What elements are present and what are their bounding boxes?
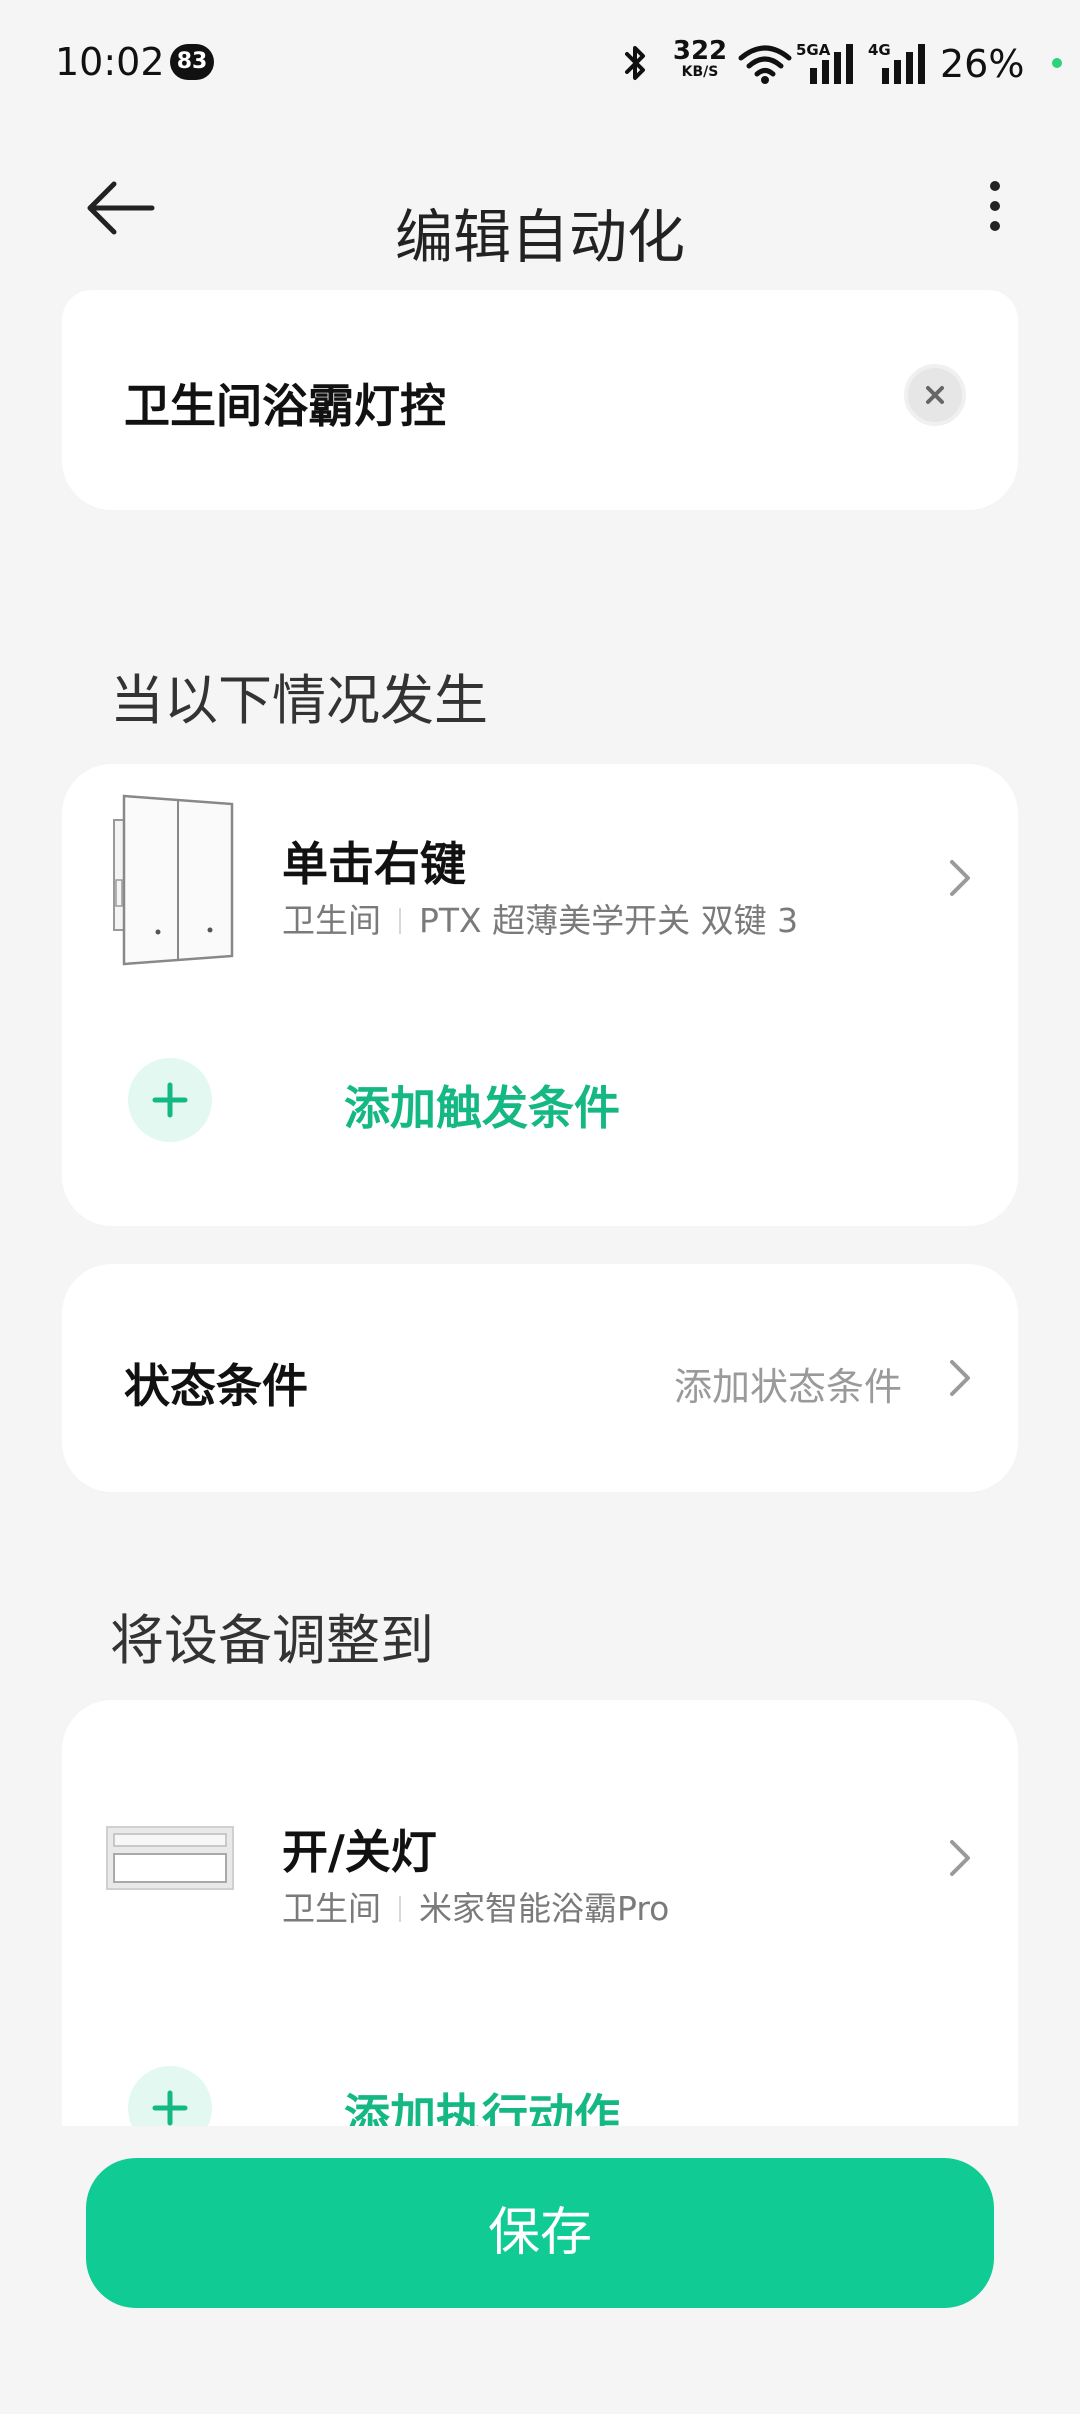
trigger-device: PTX 超薄美学开关 双键 3: [419, 901, 799, 940]
status-icons: 322 KB/S 5GA 4G 26%: [620, 38, 1080, 88]
plus-icon: [152, 1082, 188, 1118]
action-section-title: 将设备调整到: [110, 1609, 434, 1672]
chevron-right-icon: [950, 1840, 970, 1876]
state-condition-label: 状态条件: [124, 1359, 308, 1413]
chevron-right-icon: [950, 860, 970, 896]
automation-name-input[interactable]: 卫生间浴霸灯控: [124, 370, 446, 436]
battery-level: 26%: [940, 42, 1025, 86]
charging-dot: [1052, 58, 1062, 68]
bath-heater-device-icon: [106, 1826, 234, 1890]
divider: [399, 1896, 401, 1922]
signal-icon: 4G: [868, 41, 925, 84]
signal-1-label: 5GA: [796, 41, 831, 59]
add-action-button[interactable]: 添加执行动作: [128, 2066, 948, 2126]
add-action-label: 添加执行动作: [344, 2089, 620, 2126]
action-card: 开/关灯 卫生间 米家智能浴霸Pro 添加执行动作: [62, 1700, 1018, 2126]
add-trigger-label: 添加触发条件: [344, 1081, 620, 1135]
trigger-title: 单击右键: [282, 837, 466, 891]
trigger-room: 卫生间: [282, 901, 381, 940]
action-title: 开/关灯: [282, 1825, 437, 1879]
plus-icon: [152, 2090, 188, 2126]
network-speed: 322 KB/S: [672, 36, 728, 80]
action-subtitle: 卫生间 米家智能浴霸Pro: [282, 1882, 669, 1930]
double-switch-device-icon: [113, 794, 234, 966]
app-header: 编辑自动化: [0, 140, 1080, 271]
divider: [399, 908, 401, 934]
page-title: 编辑自动化: [394, 203, 685, 271]
action-room: 卫生间: [282, 1889, 381, 1928]
clear-name-button[interactable]: [904, 364, 966, 426]
add-trigger-circle: [128, 1058, 212, 1142]
status-time: 10:02: [55, 40, 165, 84]
signal-icon: 5GA: [796, 41, 853, 84]
action-card-viewport: 开/关灯 卫生间 米家智能浴霸Pro 添加执行动作: [62, 1700, 1018, 2126]
status-bar: 10:02 83 322 KB/S 5GA 4G 26%: [0, 0, 1080, 130]
chevron-right-icon: [950, 1360, 970, 1396]
add-trigger-button[interactable]: 添加触发条件: [128, 1058, 948, 1148]
close-icon: [926, 386, 944, 404]
action-item[interactable]: 开/关灯 卫生间 米家智能浴霸Pro: [62, 1760, 1018, 1960]
trigger-card: 单击右键 卫生间 PTX 超薄美学开关 双键 3 添加触发条件: [62, 764, 1018, 1226]
automation-name-card: 卫生间浴霸灯控: [62, 290, 1018, 510]
state-condition-hint: 添加状态条件: [673, 1365, 902, 1409]
trigger-section-title: 当以下情况发生: [110, 669, 488, 732]
wifi-icon: [738, 45, 792, 84]
trigger-item[interactable]: 单击右键 卫生间 PTX 超薄美学开关 双键 3: [62, 764, 1018, 994]
trigger-subtitle: 卫生间 PTX 超薄美学开关 双键 3: [282, 894, 798, 942]
add-action-circle: [128, 2066, 212, 2126]
save-button[interactable]: 保存: [86, 2158, 994, 2308]
more-vertical-icon[interactable]: [970, 176, 1020, 236]
signal-2-label: 4G: [868, 41, 891, 59]
bluetooth-icon: [625, 46, 645, 80]
action-device: 米家智能浴霸Pro: [419, 1889, 670, 1928]
state-condition-row[interactable]: 状态条件 添加状态条件: [62, 1264, 1018, 1492]
notification-badge: 83: [170, 44, 214, 80]
